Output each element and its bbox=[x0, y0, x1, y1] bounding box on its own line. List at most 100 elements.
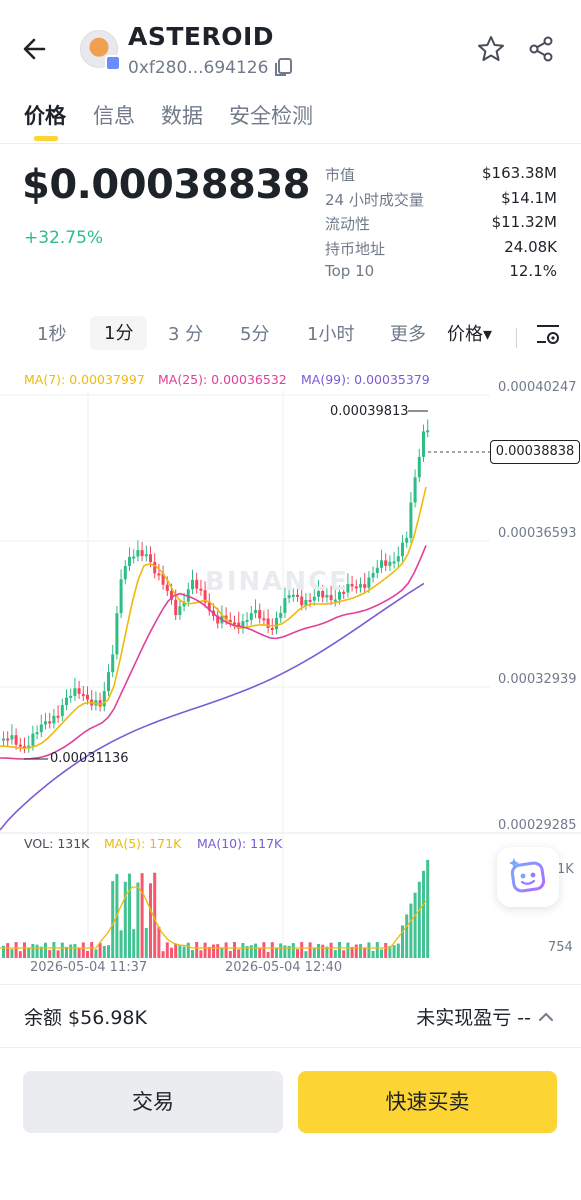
volume-bar bbox=[380, 949, 383, 958]
star-icon[interactable] bbox=[476, 34, 506, 64]
interval-more[interactable]: 更多 bbox=[390, 322, 426, 356]
interval-3m[interactable]: 3 分 bbox=[168, 322, 203, 356]
candle-body bbox=[195, 579, 199, 589]
binance-watermark: BINANCE bbox=[205, 567, 349, 597]
stat-value: 24.08K bbox=[504, 237, 557, 256]
volume-bar bbox=[266, 951, 270, 958]
stat-label: 市值 bbox=[325, 166, 356, 184]
volume-bar bbox=[174, 943, 178, 958]
volume-bar bbox=[81, 942, 85, 958]
volume-bar bbox=[48, 950, 52, 958]
tab-info[interactable]: 信息 bbox=[93, 100, 135, 130]
stat-value: $11.32M bbox=[491, 213, 557, 231]
candle-body bbox=[48, 721, 52, 724]
tab-security[interactable]: 安全检测 bbox=[229, 100, 313, 130]
volume-bar bbox=[375, 942, 379, 958]
interval-1h[interactable]: 1小时 bbox=[307, 322, 354, 356]
volume-bar bbox=[405, 914, 409, 958]
candle-body bbox=[266, 618, 270, 628]
candle-body bbox=[128, 556, 131, 567]
stat-row: 市值 $163.38M bbox=[325, 164, 557, 189]
volume-bar bbox=[220, 947, 224, 958]
stat-row: Top 10 12.1% bbox=[325, 262, 557, 287]
candle-body bbox=[31, 733, 35, 746]
candle-body bbox=[165, 584, 169, 591]
candle-body bbox=[371, 572, 375, 578]
volume-bar bbox=[178, 944, 182, 958]
candle-body bbox=[52, 715, 56, 724]
candlestick-chart[interactable]: BINANCE MA(7): 0.00037997 MA(25): 0.0003… bbox=[0, 360, 581, 980]
candle-body bbox=[375, 567, 379, 573]
stat-label: 流动性 bbox=[325, 215, 371, 233]
share-icon[interactable] bbox=[526, 34, 556, 64]
volume-bar bbox=[60, 942, 64, 958]
header: ASTEROID 0xf280...694126 bbox=[0, 0, 581, 92]
candle-body bbox=[132, 556, 136, 559]
chart-settings-icon[interactable] bbox=[534, 320, 562, 348]
tab-price[interactable]: 价格 bbox=[24, 100, 66, 130]
volume-bar bbox=[199, 950, 203, 958]
token-address: 0xf280...694126 bbox=[128, 58, 269, 78]
volume-bar bbox=[132, 929, 136, 958]
price-type-dropdown[interactable]: 价格▾ bbox=[447, 322, 492, 356]
candle-body bbox=[405, 537, 409, 543]
trade-button[interactable]: 交易 bbox=[23, 1071, 283, 1133]
volume-bar bbox=[262, 942, 266, 958]
volume-bar bbox=[308, 942, 312, 958]
volume-bar bbox=[170, 947, 173, 958]
volume-bar bbox=[191, 950, 194, 958]
volume-bar bbox=[291, 943, 295, 958]
stat-label: 持币地址 bbox=[325, 239, 386, 258]
volume-bar bbox=[413, 892, 417, 958]
candle-body bbox=[65, 697, 68, 706]
volume-bar bbox=[10, 949, 14, 958]
price-change: +32.75% bbox=[24, 228, 104, 248]
volume-bar bbox=[338, 942, 341, 958]
candle-body bbox=[115, 613, 119, 655]
volume-bar bbox=[6, 943, 10, 958]
interval-1m[interactable]: 1分 bbox=[90, 316, 148, 350]
candle-body bbox=[157, 573, 161, 576]
volume-bar bbox=[23, 942, 26, 958]
volume-bar bbox=[56, 950, 60, 958]
volume-bar bbox=[241, 942, 245, 958]
volume-bar bbox=[203, 942, 207, 958]
ma25-label: MA(25): 0.00036532 bbox=[158, 372, 287, 387]
interval-1s[interactable]: 1秒 bbox=[37, 322, 66, 356]
volume-bar bbox=[417, 881, 421, 958]
ai-assistant-button[interactable] bbox=[497, 847, 559, 907]
volume-bar bbox=[279, 943, 283, 958]
volume-bar bbox=[212, 944, 215, 958]
volume-bar bbox=[384, 942, 388, 958]
volume-bar bbox=[342, 950, 346, 958]
volume-bar bbox=[182, 946, 186, 958]
chevron-up-icon[interactable] bbox=[536, 1007, 556, 1027]
volume-label: VOL: 131K bbox=[24, 836, 90, 851]
candle-body bbox=[401, 542, 404, 557]
back-arrow-icon[interactable] bbox=[18, 32, 52, 66]
candle-body bbox=[73, 688, 77, 696]
quick-buy-sell-button[interactable]: 快速买卖 bbox=[298, 1071, 557, 1133]
volume-bar bbox=[228, 950, 232, 958]
candle-body bbox=[426, 430, 430, 433]
tab-data[interactable]: 数据 bbox=[161, 100, 203, 130]
y-tick: 0.00029285 bbox=[498, 818, 577, 833]
candle-body bbox=[262, 618, 266, 621]
candle-body bbox=[245, 619, 249, 622]
volume-bar bbox=[102, 946, 106, 958]
volume-bar bbox=[86, 950, 89, 958]
volume-tick: 754 bbox=[548, 940, 573, 955]
ma99-label: MA(99): 0.00035379 bbox=[301, 372, 430, 387]
volume-bar bbox=[161, 951, 165, 958]
interval-5m[interactable]: 5分 bbox=[240, 322, 269, 356]
candle-body bbox=[144, 554, 148, 557]
stat-label: Top 10 bbox=[325, 262, 375, 280]
volume-tick: 1K bbox=[557, 862, 574, 877]
volume-bar bbox=[321, 944, 325, 958]
copy-icon[interactable] bbox=[272, 56, 294, 78]
balance-bar[interactable]: 余额 $56.98K 未实现盈亏 -- bbox=[0, 984, 581, 1048]
candle-body bbox=[14, 735, 18, 745]
volume-bar bbox=[144, 927, 148, 958]
volume-bar bbox=[249, 945, 253, 958]
balance-amount: 余额 $56.98K bbox=[24, 1007, 147, 1029]
